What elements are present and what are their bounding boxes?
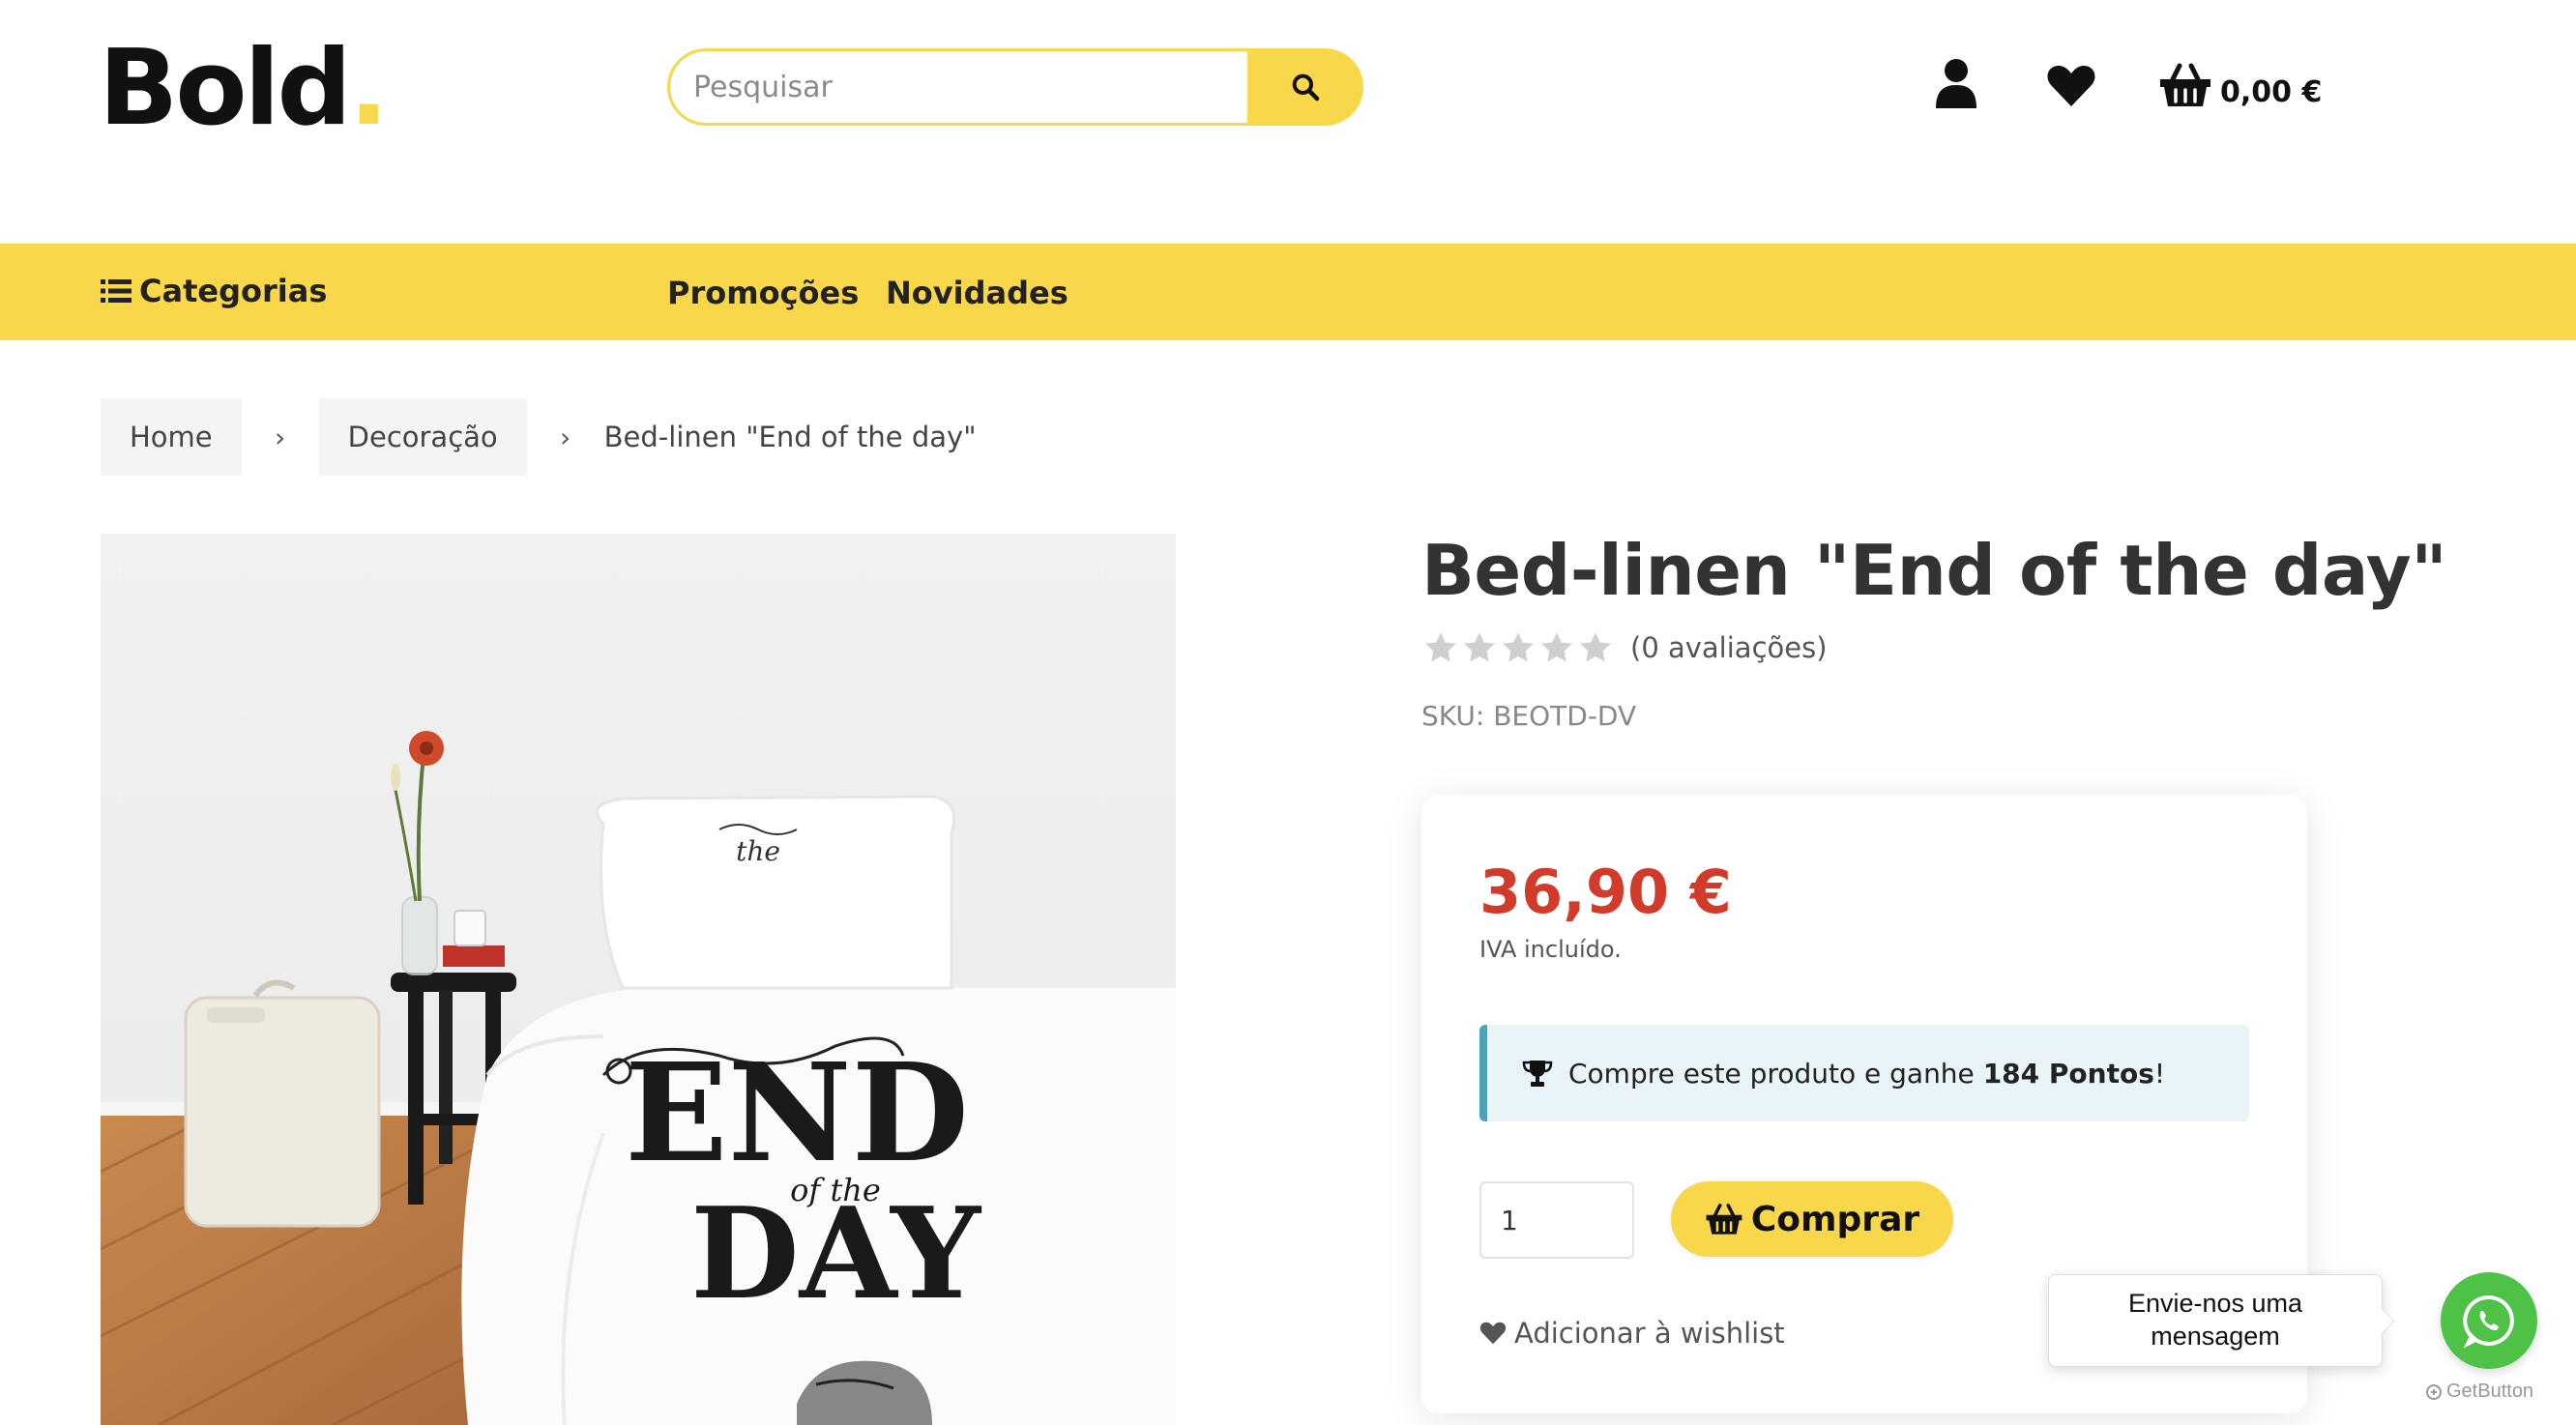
nav-link-novidades[interactable]: Novidades bbox=[886, 275, 1068, 311]
product-photo: the END of the DAY bbox=[101, 534, 1176, 1425]
basket-icon bbox=[1706, 1204, 1742, 1235]
search-bar bbox=[667, 48, 1363, 126]
product-title: Bed-linen "End of the day" bbox=[1421, 530, 2447, 611]
user-icon[interactable] bbox=[1934, 58, 1978, 108]
search-input[interactable] bbox=[667, 48, 1251, 126]
search-button[interactable] bbox=[1247, 48, 1363, 126]
logo-text: Bold bbox=[99, 28, 352, 149]
chat-prompt-bubble[interactable]: Envie-nos uma mensagem bbox=[2048, 1274, 2383, 1367]
logo[interactable]: Bold. bbox=[99, 37, 389, 141]
heart-icon bbox=[1479, 1322, 1507, 1345]
breadcrumb-decoracao[interactable]: Decoração bbox=[318, 398, 527, 476]
star-icon bbox=[1541, 632, 1572, 662]
categories-menu[interactable]: Categorias bbox=[101, 273, 327, 309]
buy-button-label: Comprar bbox=[1750, 1199, 1920, 1239]
rating-count[interactable]: (0 avaliações) bbox=[1630, 631, 1828, 664]
search-icon bbox=[1292, 73, 1320, 102]
pillow-text: the bbox=[736, 835, 780, 867]
whatsapp-chat-button[interactable] bbox=[2441, 1272, 2537, 1369]
duvet-text-end: END bbox=[625, 1034, 969, 1193]
wishlist-label: Adicionar à wishlist bbox=[1514, 1317, 1785, 1350]
cart-total[interactable]: 0,00 € bbox=[2220, 75, 2322, 109]
points-prefix: Compre este produto e ganhe bbox=[1568, 1057, 1983, 1090]
rating-stars bbox=[1423, 630, 1617, 665]
product-rating[interactable]: (0 avaliações) bbox=[1423, 630, 1828, 665]
list-icon bbox=[101, 279, 132, 303]
add-to-wishlist-link[interactable]: Adicionar à wishlist bbox=[1479, 1317, 1785, 1350]
whatsapp-icon bbox=[2463, 1294, 2514, 1349]
chat-prompt-text: Envie-nos uma mensagem bbox=[2127, 1289, 2303, 1351]
main-nav: Categorias Promoções Novidades bbox=[0, 244, 2576, 340]
product-image[interactable]: the END of the DAY bbox=[101, 534, 1176, 1425]
trophy-icon bbox=[1522, 1061, 1553, 1087]
points-suffix: ! bbox=[2153, 1057, 2166, 1090]
points-notice: Compre este produto e ganhe 184 Pontos! bbox=[1479, 1025, 2249, 1121]
heart-icon[interactable] bbox=[2046, 64, 2096, 108]
buy-button[interactable]: Comprar bbox=[1671, 1181, 1953, 1257]
site-header: Bold. 0,00 € bbox=[0, 0, 2576, 244]
points-text: Compre este produto e ganhe 184 Pontos! bbox=[1568, 1058, 2165, 1090]
points-value: 184 Pontos bbox=[1982, 1057, 2154, 1090]
breadcrumb-separator: › bbox=[275, 421, 286, 453]
duvet-text-day: DAY bbox=[690, 1179, 982, 1327]
vat-note: IVA incluído. bbox=[1479, 936, 1622, 963]
breadcrumb-home[interactable]: Home bbox=[101, 398, 242, 476]
getbutton-credit[interactable]: GetButton bbox=[2425, 1381, 2533, 1403]
star-icon bbox=[1464, 632, 1495, 662]
categories-label: Categorias bbox=[139, 273, 328, 309]
star-icon bbox=[1425, 632, 1456, 662]
quantity-input[interactable] bbox=[1479, 1181, 1634, 1259]
logo-dot: . bbox=[348, 28, 389, 149]
star-icon bbox=[1580, 632, 1611, 662]
product-sku: SKU: BEOTD-DV bbox=[1421, 700, 1637, 732]
cart-icon[interactable] bbox=[2158, 62, 2212, 108]
breadcrumb-current: Bed-linen "End of the day" bbox=[603, 421, 977, 453]
nav-link-promocoes[interactable]: Promoções bbox=[667, 275, 859, 311]
product-price: 36,90 € bbox=[1479, 857, 1732, 927]
getbutton-logo-icon bbox=[2426, 1383, 2442, 1400]
breadcrumb: Home › Decoração › Bed-linen "End of the… bbox=[101, 398, 977, 476]
star-icon bbox=[1503, 632, 1534, 662]
breadcrumb-separator: › bbox=[560, 421, 571, 453]
getbutton-label: GetButton bbox=[2446, 1381, 2534, 1402]
